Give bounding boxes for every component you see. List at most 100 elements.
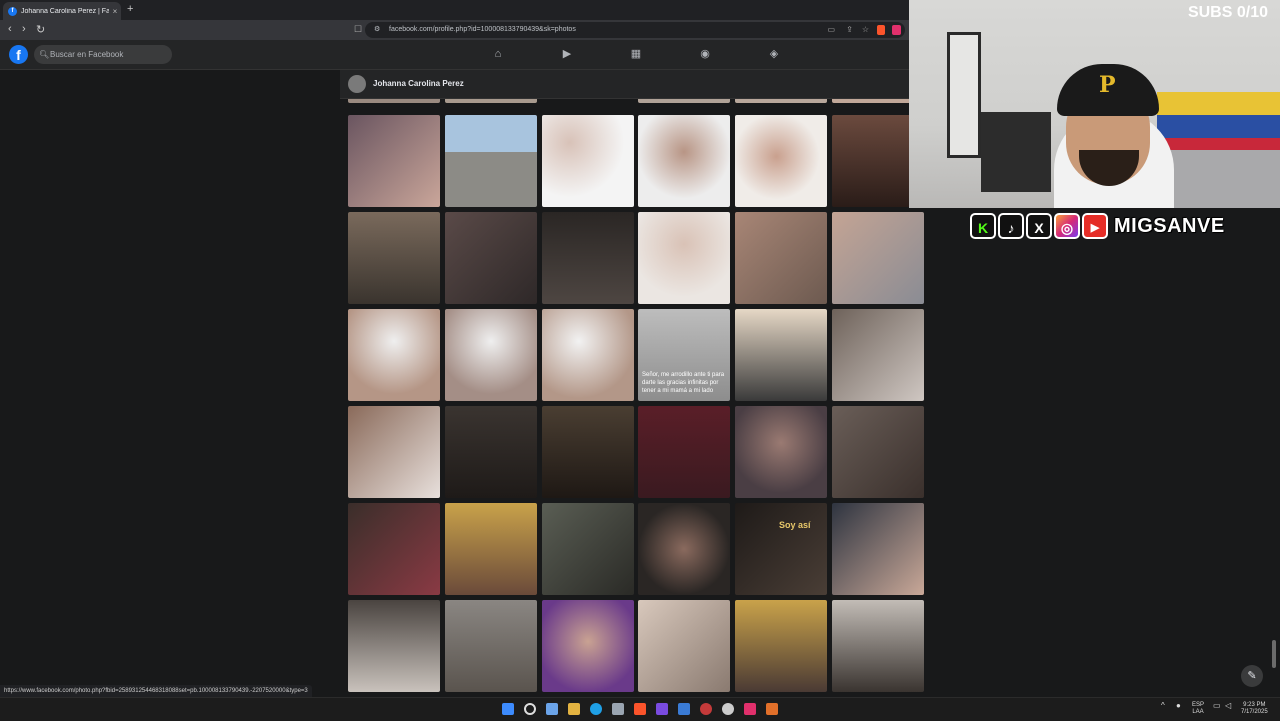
photo-thumb[interactable] [832, 600, 924, 692]
share-icon[interactable]: ⇪ [846, 22, 853, 38]
x-icon: X [1026, 213, 1052, 239]
volume-icon[interactable]: ◁ [1225, 702, 1231, 710]
new-tab-button[interactable]: + [127, 3, 133, 15]
marketplace-icon[interactable]: ▦ [629, 47, 643, 61]
photo-thumb[interactable] [638, 406, 730, 498]
photo-caption: Soy así [779, 520, 811, 530]
photo-thumb[interactable] [638, 503, 730, 595]
page-scrollbar-thumb[interactable] [1272, 640, 1276, 668]
photo-thumb[interactable] [542, 115, 634, 207]
photo-thumb[interactable] [735, 99, 827, 103]
youtube-icon: ▶ [1082, 213, 1108, 239]
search-input[interactable]: 🔍︎ Buscar en Facebook [34, 45, 172, 64]
reload-button[interactable]: ↻ [36, 23, 45, 36]
app-icon[interactable] [744, 703, 756, 715]
photo-thumb[interactable] [348, 503, 440, 595]
photo-thumb[interactable] [348, 212, 440, 304]
streamer-handle: MIGSANVE [1114, 214, 1225, 237]
app-icon[interactable] [678, 703, 690, 715]
clock[interactable]: 9:23 PM 7/17/2025 [1241, 702, 1268, 716]
steam-icon[interactable] [722, 703, 734, 715]
photo-thumb[interactable] [832, 212, 924, 304]
photo-thumb[interactable] [445, 600, 537, 692]
gaming-icon[interactable]: ◈ [767, 47, 781, 61]
language-bottom: LAA [1192, 709, 1204, 715]
photo-thumb[interactable] [735, 406, 827, 498]
kick-icon: K [970, 213, 996, 239]
instagram-icon: ◎ [1054, 213, 1080, 239]
network-icon[interactable]: ▭ [1213, 702, 1221, 710]
photo-thumb[interactable] [348, 115, 440, 207]
photo-thumb[interactable] [348, 406, 440, 498]
app-icon[interactable] [766, 703, 778, 715]
site-info-icon[interactable]: ⚙ [374, 22, 380, 38]
photo-thumb[interactable] [542, 309, 634, 401]
photo-thumb[interactable] [638, 600, 730, 692]
webcam-shelf [981, 112, 1051, 192]
photo-thumb[interactable] [348, 600, 440, 692]
photo-thumb[interactable] [445, 99, 537, 103]
edge-icon[interactable] [590, 703, 602, 715]
cast-icon[interactable]: ▭ [827, 22, 835, 38]
file-explorer-icon[interactable] [568, 703, 580, 715]
photo-caption: Señor, me arrodillo ante ti para darte l… [642, 372, 725, 394]
obs-icon[interactable] [700, 703, 712, 715]
social-handles: K ♪ X ◎ ▶ MIGSANVE [970, 212, 1225, 240]
widgets-icon[interactable] [546, 703, 558, 715]
photo-thumb[interactable] [832, 309, 924, 401]
photo-thumb[interactable]: Soy así [735, 503, 827, 595]
bookmark-icon[interactable]: ☐ [354, 24, 362, 35]
windows-taskbar: ^ ● ESP LAA ▭ ◁ 9:23 PM 7/17/2025 [0, 697, 1280, 721]
groups-icon[interactable]: ◉ [698, 47, 712, 61]
language-indicator[interactable]: ESP LAA [1192, 702, 1204, 716]
photo-thumb[interactable] [735, 115, 827, 207]
tab-close-button[interactable]: × [109, 7, 121, 16]
photo-thumb[interactable] [445, 406, 537, 498]
photo-thumb[interactable] [735, 600, 827, 692]
photo-thumb[interactable] [832, 503, 924, 595]
facebook-logo-icon[interactable]: f [9, 45, 28, 64]
profile-name[interactable]: Johanna Carolina Perez [373, 79, 464, 88]
profile-avatar[interactable] [348, 75, 366, 93]
photo-thumb[interactable] [638, 212, 730, 304]
photo-thumb[interactable] [445, 503, 537, 595]
tab-title: Johanna Carolina Perez | Facebo [21, 7, 109, 15]
browser-tab-active[interactable]: f Johanna Carolina Perez | Facebo × [3, 2, 121, 20]
extension-icon[interactable] [892, 25, 901, 35]
photo-thumb[interactable] [542, 406, 634, 498]
compose-message-button[interactable]: ✎ [1241, 665, 1263, 687]
back-button[interactable]: ‹ [8, 23, 12, 35]
brave-shield-icon[interactable] [877, 25, 885, 35]
photo-thumb[interactable] [445, 212, 537, 304]
start-icon[interactable] [502, 703, 514, 715]
photo-thumb[interactable] [735, 309, 827, 401]
video-icon[interactable]: ▶ [560, 47, 574, 61]
photo-thumb[interactable] [348, 99, 440, 103]
photo-thumb[interactable] [542, 600, 634, 692]
facebook-favicon-icon: f [8, 6, 17, 16]
photo-thumb[interactable] [542, 503, 634, 595]
profile-sticky-bar: Johanna Carolina Perez [340, 70, 909, 99]
photo-thumb[interactable]: Señor, me arrodillo ante ti para darte l… [638, 309, 730, 401]
search-icon: 🔍︎ [39, 50, 50, 59]
photo-thumb[interactable] [348, 309, 440, 401]
photo-thumb[interactable] [542, 212, 634, 304]
photo-thumb[interactable] [445, 115, 537, 207]
edit-icon: ✎ [1247, 670, 1257, 682]
photo-thumb[interactable] [445, 309, 537, 401]
star-icon[interactable]: ☆ [862, 22, 869, 38]
search-icon[interactable] [524, 703, 536, 715]
photo-thumb[interactable] [832, 406, 924, 498]
app-icon[interactable] [612, 703, 624, 715]
forward-button[interactable]: › [22, 23, 26, 35]
photo-thumb[interactable] [638, 115, 730, 207]
home-icon[interactable]: ⌂ [491, 47, 505, 61]
discord-icon[interactable] [656, 703, 668, 715]
photo-thumb[interactable] [735, 212, 827, 304]
tray-chevron-icon[interactable]: ^ [1161, 702, 1165, 710]
browser-toolbar: ‹ › ↻ ☐ ⚙ facebook.com/profile.php?id=10… [0, 20, 909, 40]
brave-icon[interactable] [634, 703, 646, 715]
microphone-icon[interactable]: ● [1176, 702, 1181, 710]
address-bar[interactable]: ⚙ facebook.com/profile.php?id=1000081337… [365, 22, 905, 38]
photo-thumb[interactable] [638, 99, 730, 103]
